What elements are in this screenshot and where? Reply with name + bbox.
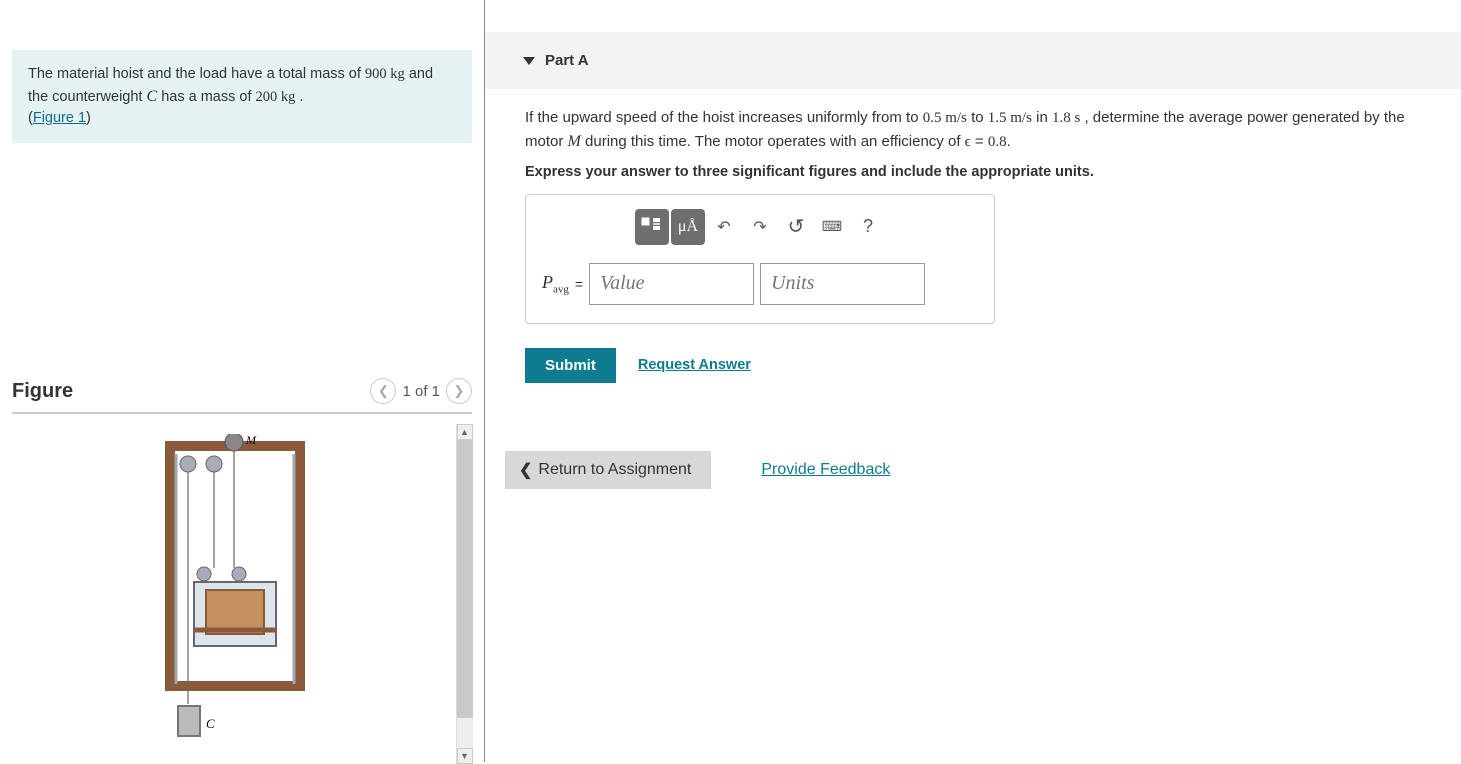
motor-var: M xyxy=(568,133,581,150)
undo-button[interactable]: ↶ xyxy=(707,209,741,245)
redo-button[interactable]: ↷ xyxy=(743,209,777,245)
problem-text: The material hoist and the load have a t… xyxy=(28,66,365,82)
equation-toolbar: μÅ ↶ ↷ ↺ ⌨ ? xyxy=(542,209,978,245)
scroll-up-icon[interactable]: ▲ xyxy=(457,424,473,440)
figure-nav-text: 1 of 1 xyxy=(402,383,440,400)
figure-nav: ❮ 1 of 1 ❯ xyxy=(370,378,472,404)
answer-variable: Pavg xyxy=(542,272,569,296)
figure-scrollbar[interactable]: ▲ ▼ xyxy=(456,424,472,764)
units-input[interactable] xyxy=(760,263,925,305)
figure-link[interactable]: Figure 1 xyxy=(33,110,86,126)
figure-image: M C xyxy=(12,424,456,744)
efficiency-value: 0.8 xyxy=(988,134,1007,150)
answer-panel: μÅ ↶ ↷ ↺ ⌨ ? Pavg = xyxy=(525,194,995,324)
keyboard-button[interactable]: ⌨ xyxy=(815,209,849,245)
help-button[interactable]: ? xyxy=(851,209,885,245)
part-header[interactable]: Part A xyxy=(485,32,1461,89)
reset-button[interactable]: ↺ xyxy=(779,209,813,245)
figure-title: Figure xyxy=(12,380,73,403)
request-answer-link[interactable]: Request Answer xyxy=(638,357,751,373)
question-text: If the upward speed of the hoist increas… xyxy=(525,107,1421,154)
problem-text: . xyxy=(299,89,303,105)
figure-next-button[interactable]: ❯ xyxy=(446,378,472,404)
provide-feedback-link[interactable]: Provide Feedback xyxy=(761,461,890,479)
problem-text: has a mass of xyxy=(161,89,255,105)
value-input[interactable] xyxy=(589,263,754,305)
counterweight-var: C xyxy=(147,88,158,105)
velocity-1: 0.5 m/s xyxy=(923,110,967,126)
figure-prev-button[interactable]: ❮ xyxy=(370,378,396,404)
symbols-button[interactable]: μÅ xyxy=(671,209,705,245)
counterweight-label: C xyxy=(206,716,215,731)
template-button[interactable] xyxy=(635,209,669,245)
time-value: 1.8 s xyxy=(1052,110,1080,126)
mass-value-2: 200 kg xyxy=(256,89,296,105)
mass-value-1: 900 kg xyxy=(365,66,405,82)
velocity-2: 1.5 m/s xyxy=(988,110,1032,126)
problem-statement: The material hoist and the load have a t… xyxy=(12,50,472,143)
return-button[interactable]: ❮ Return to Assignment xyxy=(505,451,711,489)
part-title: Part A xyxy=(545,52,589,69)
answer-instruction: Express your answer to three significant… xyxy=(525,164,1421,180)
collapse-icon xyxy=(523,57,535,65)
chevron-left-icon: ❮ xyxy=(519,460,532,480)
submit-button[interactable]: Submit xyxy=(525,348,616,383)
motor-label: M xyxy=(245,434,257,447)
equals-sign: = xyxy=(575,276,583,292)
figure-header: Figure ❮ 1 of 1 ❯ xyxy=(12,378,472,414)
